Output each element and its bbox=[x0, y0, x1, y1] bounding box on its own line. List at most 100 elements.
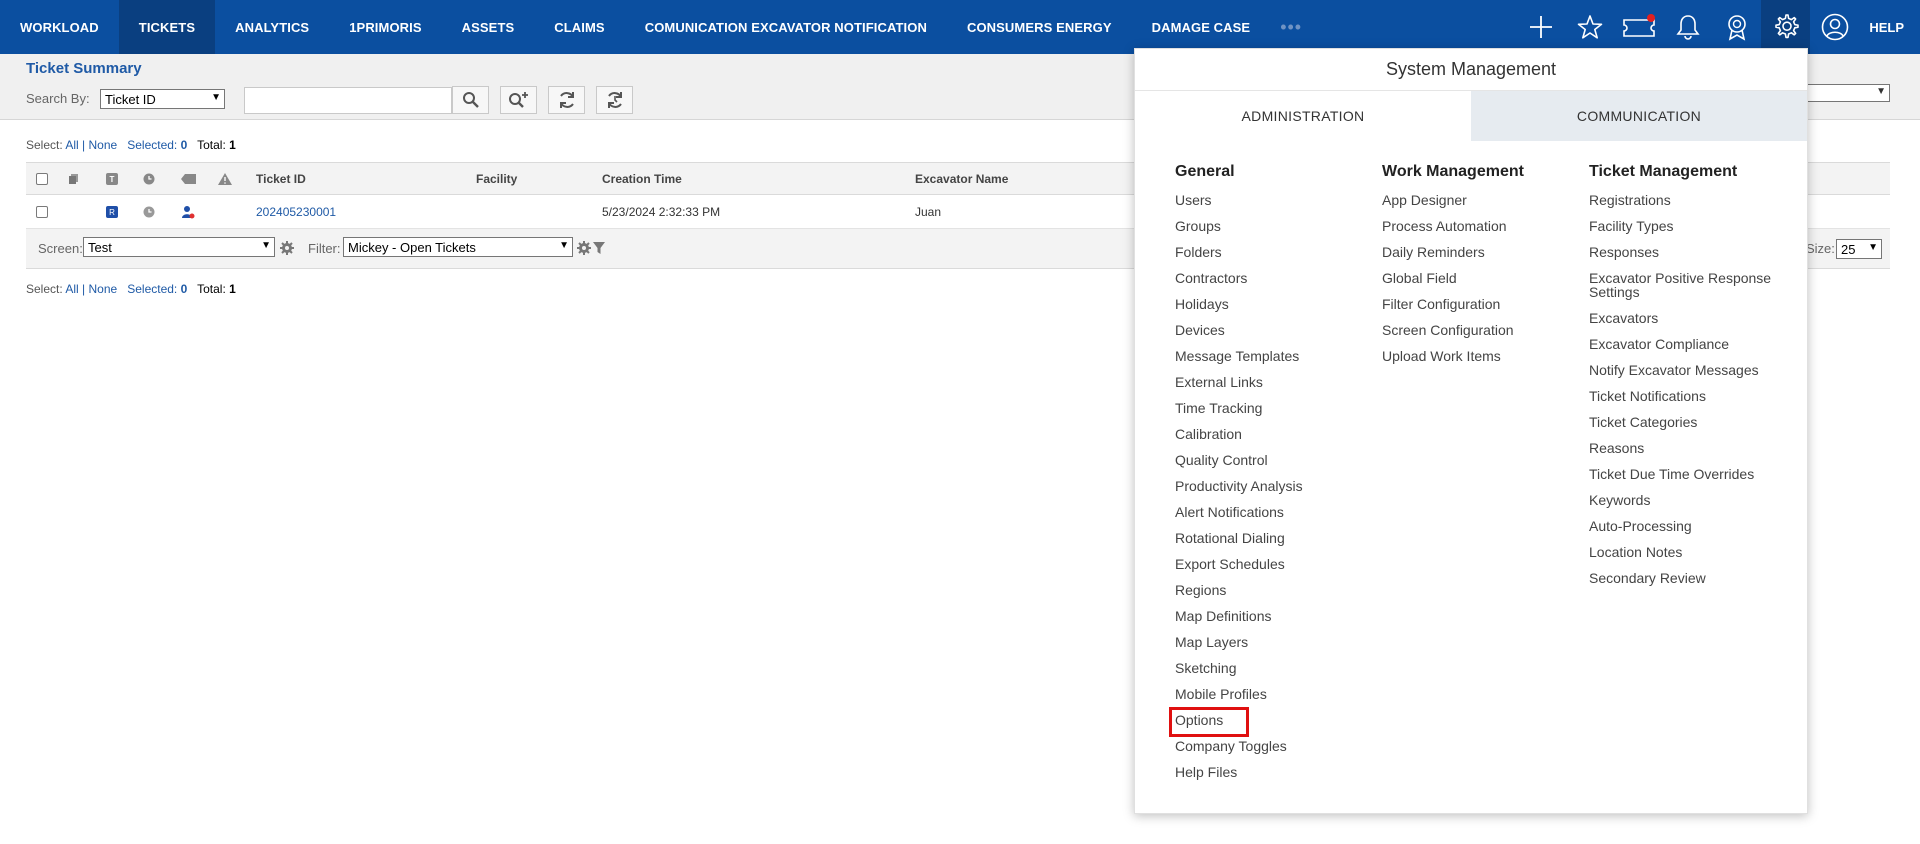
column-excavator-name[interactable]: Excavator Name bbox=[915, 163, 1008, 194]
nav-assets[interactable]: ASSETS bbox=[442, 0, 535, 54]
menu-item-external-links[interactable]: External Links bbox=[1175, 371, 1303, 397]
screen-label: Screen: bbox=[38, 241, 83, 256]
menu-item-devices[interactable]: Devices bbox=[1175, 319, 1303, 345]
column-creation-time[interactable]: Creation Time bbox=[602, 163, 682, 194]
menu-item-productivity-analysis[interactable]: Productivity Analysis bbox=[1175, 475, 1303, 501]
menu-item-alert-notifications[interactable]: Alert Notifications bbox=[1175, 501, 1303, 527]
search-input[interactable] bbox=[244, 87, 452, 114]
auto-refresh-button[interactable] bbox=[596, 86, 633, 114]
menu-item-users[interactable]: Users bbox=[1175, 189, 1303, 215]
menu-item-global-field[interactable]: Global Field bbox=[1382, 267, 1524, 293]
menu-item-mobile-profiles[interactable]: Mobile Profiles bbox=[1175, 683, 1303, 709]
nav-workload[interactable]: WORKLOAD bbox=[0, 0, 119, 54]
nav-damage-case[interactable]: DAMAGE CASE bbox=[1132, 0, 1271, 54]
bell-icon[interactable] bbox=[1663, 0, 1712, 54]
menu-item-help-files[interactable]: Help Files bbox=[1175, 761, 1303, 787]
row-checkbox[interactable] bbox=[36, 195, 48, 228]
menu-item-ticket-due-time-overrides[interactable]: Ticket Due Time Overrides bbox=[1589, 463, 1789, 489]
menu-item-quality-control[interactable]: Quality Control bbox=[1175, 449, 1303, 475]
warning-column-icon bbox=[218, 163, 232, 194]
select-all-link[interactable]: All bbox=[65, 282, 78, 296]
award-badge-icon[interactable] bbox=[1712, 0, 1761, 54]
menu-item-map-definitions[interactable]: Map Definitions bbox=[1175, 605, 1303, 631]
general-column: General Users Groups Folders Contractors… bbox=[1169, 163, 1303, 787]
nav-claims[interactable]: CLAIMS bbox=[534, 0, 624, 54]
nav-consumers-energy[interactable]: CONSUMERS ENERGY bbox=[947, 0, 1132, 54]
menu-item-facility-types[interactable]: Facility Types bbox=[1589, 215, 1789, 241]
select-none-link[interactable]: None bbox=[89, 282, 118, 296]
tab-administration[interactable]: ADMINISTRATION bbox=[1135, 91, 1471, 141]
menu-item-holidays[interactable]: Holidays bbox=[1175, 293, 1303, 319]
page-size-select[interactable]: 25 ▼ bbox=[1836, 239, 1882, 259]
user-profile-icon[interactable] bbox=[1810, 0, 1859, 54]
ticket-id-link[interactable]: 202405230001 bbox=[256, 195, 336, 228]
menu-item-keywords[interactable]: Keywords bbox=[1589, 489, 1789, 515]
menu-item-company-toggles[interactable]: Company Toggles bbox=[1175, 735, 1303, 761]
select-none-link[interactable]: None bbox=[89, 138, 118, 152]
menu-item-process-automation[interactable]: Process Automation bbox=[1382, 215, 1524, 241]
menu-item-excavator-positive-response-settings[interactable]: Excavator Positive Response Settings bbox=[1589, 267, 1789, 307]
advanced-search-button[interactable] bbox=[500, 86, 537, 114]
filter-settings-gear-icon[interactable] bbox=[577, 241, 591, 260]
favorites-star-icon[interactable] bbox=[1565, 0, 1614, 54]
menu-item-daily-reminders[interactable]: Daily Reminders bbox=[1382, 241, 1524, 267]
tab-communication[interactable]: COMMUNICATION bbox=[1471, 91, 1807, 141]
nav-analytics[interactable]: ANALYTICS bbox=[215, 0, 329, 54]
select-all-link[interactable]: All bbox=[65, 138, 78, 152]
menu-item-time-tracking[interactable]: Time Tracking bbox=[1175, 397, 1303, 423]
page-title: Ticket Summary bbox=[26, 60, 142, 77]
view-select[interactable]: ▼ bbox=[1805, 84, 1890, 102]
assigned-user-icon[interactable] bbox=[181, 195, 195, 228]
filter-funnel-icon[interactable] bbox=[593, 241, 607, 260]
menu-item-screen-configuration[interactable]: Screen Configuration bbox=[1382, 319, 1524, 345]
menu-item-message-templates[interactable]: Message Templates bbox=[1175, 345, 1303, 371]
menu-item-contractors[interactable]: Contractors bbox=[1175, 267, 1303, 293]
menu-item-rotational-dialing[interactable]: Rotational Dialing bbox=[1175, 527, 1303, 553]
menu-item-ticket-notifications[interactable]: Ticket Notifications bbox=[1589, 385, 1789, 411]
menu-item-options[interactable]: Options bbox=[1169, 707, 1303, 737]
menu-item-groups[interactable]: Groups bbox=[1175, 215, 1303, 241]
menu-item-secondary-review[interactable]: Secondary Review bbox=[1589, 567, 1789, 593]
menu-item-folders[interactable]: Folders bbox=[1175, 241, 1303, 267]
menu-item-sketching[interactable]: Sketching bbox=[1175, 657, 1303, 683]
search-by-select[interactable]: Ticket ID ▼ bbox=[100, 89, 225, 109]
menu-item-upload-work-items[interactable]: Upload Work Items bbox=[1382, 345, 1524, 371]
nav-1primoris[interactable]: 1PRIMORIS bbox=[329, 0, 441, 54]
column-facility[interactable]: Facility bbox=[476, 163, 517, 194]
menu-item-registrations[interactable]: Registrations bbox=[1589, 189, 1789, 215]
menu-item-responses[interactable]: Responses bbox=[1589, 241, 1789, 267]
filter-select[interactable]: Mickey - Open Tickets ▼ bbox=[343, 237, 573, 257]
menu-item-app-designer[interactable]: App Designer bbox=[1382, 189, 1524, 215]
menu-item-excavators[interactable]: Excavators bbox=[1589, 307, 1789, 333]
add-icon[interactable] bbox=[1516, 0, 1565, 54]
menu-item-export-schedules[interactable]: Export Schedules bbox=[1175, 553, 1303, 579]
menu-item-excavator-compliance[interactable]: Excavator Compliance bbox=[1589, 333, 1789, 359]
nav-tickets[interactable]: TICKETS bbox=[118, 0, 216, 54]
ticket-management-column: Ticket Management Registrations Facility… bbox=[1589, 163, 1789, 593]
menu-item-notify-excavator-messages[interactable]: Notify Excavator Messages bbox=[1589, 359, 1789, 385]
screen-settings-gear-icon[interactable] bbox=[280, 241, 294, 260]
help-link[interactable]: HELP bbox=[1859, 20, 1920, 35]
creation-time-cell: 5/23/2024 2:32:33 PM bbox=[602, 204, 721, 219]
column-ticket-id[interactable]: Ticket ID bbox=[256, 163, 306, 194]
menu-item-map-layers[interactable]: Map Layers bbox=[1175, 631, 1303, 657]
menu-item-auto-processing[interactable]: Auto-Processing bbox=[1589, 515, 1789, 541]
menu-item-regions[interactable]: Regions bbox=[1175, 579, 1303, 605]
menu-item-reasons[interactable]: Reasons bbox=[1589, 437, 1789, 463]
gear-icon[interactable] bbox=[1761, 0, 1811, 54]
refresh-icon bbox=[559, 92, 574, 108]
svg-text:T: T bbox=[110, 175, 115, 184]
search-button[interactable] bbox=[452, 86, 489, 114]
screen-select[interactable]: Test ▼ bbox=[83, 237, 275, 257]
select-all-checkbox[interactable] bbox=[36, 163, 48, 194]
refresh-button[interactable] bbox=[548, 86, 585, 114]
menu-item-location-notes[interactable]: Location Notes bbox=[1589, 541, 1789, 567]
nav-comunication-excavator-notification[interactable]: COMUNICATION EXCAVATOR NOTIFICATION bbox=[625, 0, 947, 54]
menu-item-filter-configuration[interactable]: Filter Configuration bbox=[1382, 293, 1524, 319]
filter-label: Filter: bbox=[308, 241, 341, 256]
ticket-notifications-icon[interactable] bbox=[1614, 0, 1663, 54]
menu-item-ticket-categories[interactable]: Ticket Categories bbox=[1589, 411, 1789, 437]
clock-column-icon bbox=[143, 163, 155, 194]
more-menu-icon[interactable]: ••• bbox=[1270, 17, 1312, 38]
menu-item-calibration[interactable]: Calibration bbox=[1175, 423, 1303, 449]
